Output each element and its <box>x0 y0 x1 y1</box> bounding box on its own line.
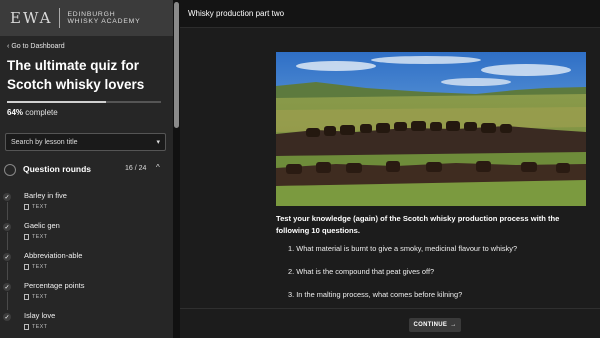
course-title: The ultimate quiz for Scotch whisky love… <box>7 58 145 92</box>
document-icon <box>24 204 29 210</box>
lesson-content: Whisky production part two Test your kno… <box>180 0 600 338</box>
check-icon: ✓ <box>3 223 11 231</box>
progress-label: 64% complete <box>7 108 58 117</box>
lesson-connector <box>6 262 8 280</box>
check-icon: ✓ <box>3 193 11 201</box>
question-list: 1. What material is burnt to give a smok… <box>288 244 588 313</box>
section-title: Question rounds <box>23 164 91 174</box>
section-count: 16 / 24 <box>125 165 147 172</box>
back-to-dashboard-link[interactable]: ‹ Go to Dashboard <box>7 43 65 50</box>
course-progress-bar <box>7 101 161 103</box>
document-icon <box>24 294 29 300</box>
quiz-intro-text: Test your knowledge (again) of the Scotc… <box>276 214 560 235</box>
lesson-type-label: TEXT <box>32 234 48 240</box>
arrow-right-icon: → <box>450 322 457 328</box>
scrollbar-thumb[interactable] <box>174 2 179 128</box>
document-icon <box>24 324 29 330</box>
section-progress-ring-icon <box>4 164 16 176</box>
lesson-heading: Whisky production part two <box>188 9 285 18</box>
lesson-header: Whisky production part two <box>180 0 600 28</box>
question-item: 2. What is the compound that peat gives … <box>288 267 435 276</box>
logo-line-1: EDINBURGH <box>67 10 116 18</box>
lesson-type-label: TEXT <box>32 264 48 270</box>
lesson-connector <box>6 232 8 250</box>
lesson-title: Percentage points <box>24 281 85 290</box>
lesson-item[interactable]: ✓ Gaelic gen TEXT <box>0 221 173 250</box>
course-progress-fill <box>7 101 106 103</box>
progress-suffix: complete <box>23 108 58 117</box>
lesson-item[interactable]: ✓ Percentage points TEXT <box>0 281 173 310</box>
lesson-type: TEXT <box>24 294 47 300</box>
back-link-label: Go to Dashboard <box>11 43 65 50</box>
logo-line-2: WHISKY ACADEMY <box>67 18 141 25</box>
lesson-type: TEXT <box>24 324 47 330</box>
lesson-item[interactable]: ✓ Barley in five TEXT <box>0 191 173 220</box>
lesson-type: TEXT <box>24 234 47 240</box>
lesson-item[interactable]: ✓ Islay love TEXT <box>0 311 173 338</box>
chevron-down-icon: ▾ <box>156 139 160 146</box>
lesson-type: TEXT <box>24 204 47 210</box>
lesson-title: Barley in five <box>24 191 67 200</box>
continue-label: CONTINUE <box>413 322 448 328</box>
continue-button[interactable]: CONTINUE → <box>409 318 461 332</box>
lesson-type-label: TEXT <box>32 204 48 210</box>
lesson-connector <box>6 202 8 220</box>
check-icon: ✓ <box>3 283 11 291</box>
lesson-type: TEXT <box>24 264 47 270</box>
logo-divider <box>59 8 61 28</box>
course-sidebar: EWA EDINBURGH WHISKY ACADEMY ‹ Go to Das… <box>0 0 173 338</box>
academy-logo[interactable]: EWA EDINBURGH WHISKY ACADEMY <box>0 0 173 36</box>
lesson-type-label: TEXT <box>32 324 48 330</box>
progress-percent: 64% <box>7 108 24 117</box>
logo-mark: EWA <box>10 9 53 27</box>
check-icon: ✓ <box>3 253 11 261</box>
sidebar-scrollbar[interactable] <box>173 0 180 338</box>
peat-bog-landscape-image <box>276 52 586 206</box>
chevron-left-icon: ‹ <box>7 43 10 50</box>
lesson-title: Abbreviation-able <box>24 251 83 260</box>
lesson-footer: CONTINUE → <box>180 308 600 338</box>
lesson-title: Gaelic gen <box>24 221 60 230</box>
chevron-up-icon[interactable]: ^ <box>156 163 160 172</box>
document-icon <box>24 234 29 240</box>
section-question-rounds[interactable]: Question rounds 16 / 24 ^ <box>0 160 173 180</box>
document-icon <box>24 264 29 270</box>
search-placeholder: Search by lesson title <box>11 138 78 146</box>
lesson-item[interactable]: ✓ Abbreviation-able TEXT <box>0 251 173 280</box>
lesson-title: Islay love <box>24 311 56 320</box>
question-item: 1. What material is burnt to give a smok… <box>288 244 518 253</box>
logo-wordmark: EDINBURGH WHISKY ACADEMY <box>67 11 140 26</box>
lesson-connector <box>6 292 8 310</box>
lesson-type-label: TEXT <box>32 294 48 300</box>
lesson-search-select[interactable]: Search by lesson title ▾ <box>5 133 166 151</box>
check-icon: ✓ <box>3 313 11 321</box>
